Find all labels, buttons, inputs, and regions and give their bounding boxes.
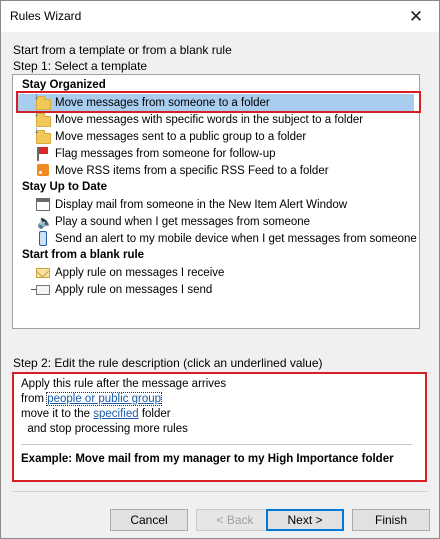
template-label: Apply rule on messages I receive	[55, 266, 225, 279]
template-label: Send an alert to my mobile device when I…	[55, 232, 417, 245]
group-heading-blank-rule: Start from a blank rule	[22, 249, 145, 261]
template-label: Move messages sent to a public group to …	[55, 130, 307, 143]
rules-wizard-dialog: Rules Wizard ✕ Start from a template or …	[0, 0, 440, 539]
envelope-send-icon	[31, 282, 52, 298]
description-move-prefix: move it to the	[21, 408, 94, 420]
template-display-alert-window[interactable]: Display mail from someone in the New Ite…	[16, 196, 414, 213]
description-folder-suffix: folder	[138, 408, 171, 420]
window-icon	[34, 197, 52, 213]
template-label: Flag messages from someone for follow-up	[55, 147, 276, 160]
template-mobile-alert[interactable]: Send an alert to my mobile device when I…	[16, 230, 417, 247]
flag-icon	[34, 146, 52, 162]
template-move-public-group[interactable]: ↓ Move messages sent to a public group t…	[16, 125, 414, 145]
phone-icon	[34, 230, 52, 247]
template-label: Apply rule on messages I send	[55, 283, 213, 296]
template-apply-receive[interactable]: Apply rule on messages I receive	[16, 264, 414, 281]
window-title: Rules Wizard	[10, 9, 82, 23]
close-button[interactable]: ✕	[393, 1, 439, 32]
template-label: Move messages with specific words in the…	[55, 113, 364, 126]
title-bar: Rules Wizard ✕	[1, 1, 439, 32]
envelope-icon	[34, 265, 52, 281]
button-area-divider	[12, 491, 428, 492]
description-line-3: move it to the specified folder	[21, 408, 171, 420]
group-heading-stay-up-to-date: Stay Up to Date	[22, 181, 107, 193]
back-button[interactable]: < Back	[196, 509, 274, 531]
template-apply-send[interactable]: Apply rule on messages I send	[16, 281, 414, 298]
folder-arrow-icon: ↓	[34, 125, 52, 145]
template-label: Move messages from someone to a folder	[55, 96, 270, 109]
description-line-4: and stop processing more rules	[21, 423, 188, 435]
intro-label: Start from a template or from a blank ru…	[13, 43, 232, 57]
rule-description-box: Apply this rule after the message arrive…	[12, 372, 427, 482]
template-label: Display mail from someone in the New Ite…	[55, 198, 348, 211]
specified-folder-link[interactable]: specified	[93, 408, 138, 420]
next-button[interactable]: Next >	[266, 509, 344, 531]
template-label: Play a sound when I get messages from so…	[55, 215, 311, 228]
speaker-icon: 🔈	[37, 213, 54, 229]
description-line-1: Apply this rule after the message arrive…	[21, 378, 227, 390]
template-move-from-someone[interactable]: ↓ Move messages from someone to a folder	[16, 91, 414, 111]
rss-icon	[34, 163, 52, 179]
finish-button[interactable]: Finish	[352, 509, 430, 531]
step1-label: Step 1: Select a template	[13, 59, 148, 73]
description-from-prefix: from	[21, 393, 48, 405]
template-label: Move RSS items from a specific RSS Feed …	[55, 164, 329, 177]
template-flag-follow-up[interactable]: Flag messages from someone for follow-up	[16, 145, 414, 162]
template-list[interactable]: Stay Organized ↓ Move messages from some…	[12, 74, 420, 329]
description-divider	[21, 444, 412, 445]
group-heading-stay-organized: Stay Organized	[22, 79, 106, 91]
description-line-2: from people or public group	[21, 392, 163, 406]
template-move-specific-words[interactable]: ↓ Move messages with specific words in t…	[16, 108, 414, 128]
template-play-sound[interactable]: 🔈 Play a sound when I get messages from …	[16, 213, 414, 230]
people-or-public-group-link[interactable]: people or public group	[46, 392, 163, 406]
template-move-rss[interactable]: Move RSS items from a specific RSS Feed …	[16, 162, 414, 179]
step2-label: Step 2: Edit the rule description (click…	[13, 356, 323, 370]
cancel-button[interactable]: Cancel	[110, 509, 188, 531]
example-text: Example: Move mail from my manager to my…	[21, 453, 394, 465]
